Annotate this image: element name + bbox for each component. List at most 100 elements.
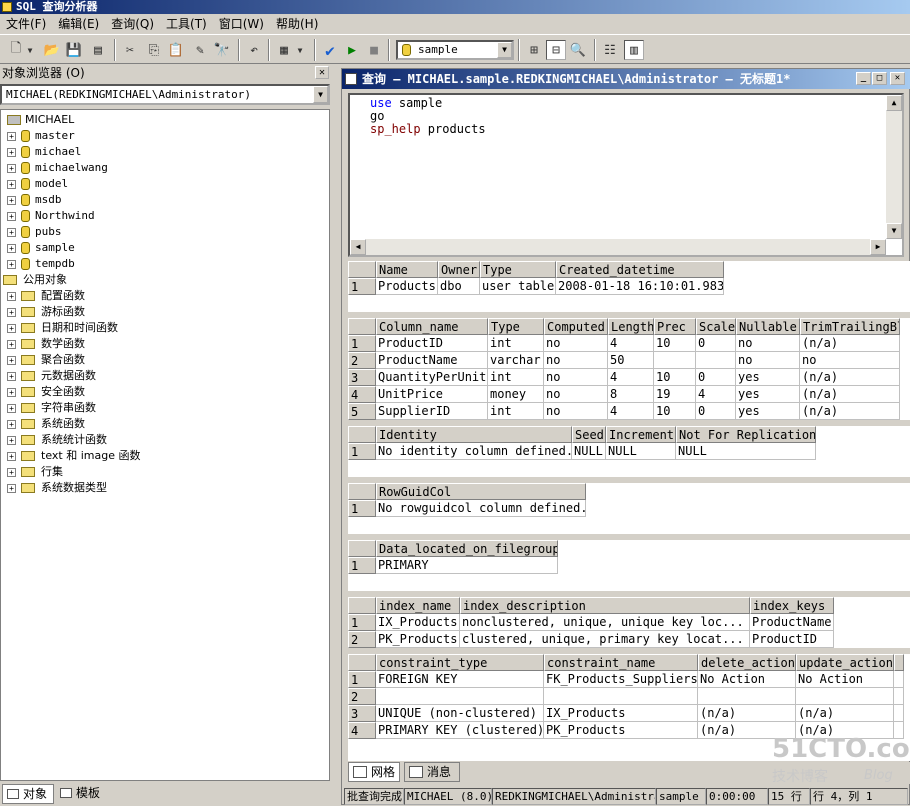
expand-icon[interactable]: + bbox=[7, 372, 16, 381]
grid-cell[interactable] bbox=[796, 688, 894, 705]
row-number[interactable]: 3 bbox=[348, 705, 376, 722]
grid-cell[interactable] bbox=[894, 671, 904, 688]
row-number[interactable]: 1 bbox=[348, 335, 376, 352]
row-number[interactable]: 3 bbox=[348, 369, 376, 386]
menu-edit[interactable]: 编辑(E) bbox=[52, 14, 105, 34]
tree-database-tempdb[interactable]: + tempdb bbox=[1, 256, 329, 272]
row-number[interactable]: 2 bbox=[348, 688, 376, 705]
expand-icon[interactable]: + bbox=[7, 308, 16, 317]
minimize-icon[interactable]: _ bbox=[856, 72, 871, 85]
load-script-icon[interactable]: ▤ bbox=[88, 40, 108, 60]
column-header[interactable]: Column_name bbox=[376, 318, 488, 335]
grid-cell[interactable]: 2008-01-18 16:10:01.983 bbox=[556, 278, 724, 295]
cancel-stop-icon[interactable]: ■ bbox=[364, 40, 384, 60]
undo-icon[interactable]: ↶ bbox=[244, 40, 264, 60]
grid-cell[interactable]: (n/a) bbox=[796, 705, 894, 722]
database-select[interactable]: sample ▼ bbox=[396, 40, 514, 60]
grid-cell[interactable]: NULL bbox=[606, 443, 676, 460]
grid-cell[interactable]: UnitPrice bbox=[376, 386, 488, 403]
grid-cell[interactable] bbox=[698, 688, 796, 705]
tree-function-group[interactable]: + 系统统计函数 bbox=[1, 432, 329, 448]
tree-function-group[interactable]: + 日期和时间函数 bbox=[1, 320, 329, 336]
column-header[interactable]: constraint_type bbox=[376, 654, 544, 671]
grid-cell[interactable]: 0 bbox=[696, 335, 736, 352]
menu-help[interactable]: 帮助(H) bbox=[270, 14, 324, 34]
grid-cell[interactable]: nonclustered, unique, unique key loc... bbox=[460, 614, 750, 631]
expand-icon[interactable]: + bbox=[7, 388, 16, 397]
new-dropdown-icon[interactable]: ▼ bbox=[24, 40, 36, 60]
row-number[interactable]: 1 bbox=[348, 671, 376, 688]
parse-check-icon[interactable]: ✔ bbox=[320, 40, 340, 60]
tree-database-michaelwang[interactable]: + michaelwang bbox=[1, 160, 329, 176]
grid-cell[interactable]: (n/a) bbox=[800, 386, 900, 403]
column-header[interactable]: RowGuidCol bbox=[376, 483, 586, 500]
grid-cell[interactable] bbox=[376, 688, 544, 705]
tree-function-group[interactable]: + 安全函数 bbox=[1, 384, 329, 400]
grid-cell[interactable]: No Action bbox=[698, 671, 796, 688]
expand-icon[interactable]: + bbox=[7, 484, 16, 493]
grid-cell[interactable]: dbo bbox=[438, 278, 480, 295]
scroll-left-icon[interactable]: ◀ bbox=[350, 239, 366, 255]
scroll-down-icon[interactable]: ▼ bbox=[886, 223, 902, 239]
grid-cell[interactable]: ProductName bbox=[750, 614, 834, 631]
expand-icon[interactable]: + bbox=[7, 132, 16, 141]
tree-function-group[interactable]: + 游标函数 bbox=[1, 304, 329, 320]
grid-cell[interactable]: Products bbox=[376, 278, 438, 295]
row-number[interactable]: 2 bbox=[348, 631, 376, 648]
grid-cell[interactable]: UNIQUE (non-clustered) bbox=[376, 705, 544, 722]
grid-cell[interactable] bbox=[696, 352, 736, 369]
column-header[interactable]: Created_datetime bbox=[556, 261, 724, 278]
grid-cell[interactable]: PK_Products bbox=[376, 631, 460, 648]
grid-cell[interactable]: FOREIGN KEY bbox=[376, 671, 544, 688]
expand-icon[interactable]: + bbox=[7, 260, 16, 269]
object-browser-icon[interactable]: ⊟ bbox=[546, 40, 566, 60]
grid-cell[interactable]: IX_Products bbox=[376, 614, 460, 631]
grid-cell[interactable]: NULL bbox=[676, 443, 816, 460]
tree-function-group[interactable]: + 数学函数 bbox=[1, 336, 329, 352]
row-number[interactable]: 1 bbox=[348, 557, 376, 574]
menu-file[interactable]: 文件(F) bbox=[0, 14, 52, 34]
results-grid-icon[interactable]: ▥ bbox=[624, 40, 644, 60]
column-header[interactable]: index_description bbox=[460, 597, 750, 614]
grid-cell[interactable]: int bbox=[488, 335, 544, 352]
grid-cell[interactable] bbox=[654, 352, 696, 369]
grid-cell[interactable]: int bbox=[488, 403, 544, 420]
scroll-up-icon[interactable]: ▲ bbox=[886, 95, 902, 111]
grid-cell[interactable]: PK_Products bbox=[544, 722, 698, 739]
grid-cell[interactable]: ProductID bbox=[750, 631, 834, 648]
expand-icon[interactable]: + bbox=[7, 212, 16, 221]
grid-cell[interactable]: no bbox=[736, 352, 800, 369]
column-header[interactable] bbox=[894, 654, 904, 671]
row-number[interactable]: 5 bbox=[348, 403, 376, 420]
chevron-down-icon[interactable]: ▼ bbox=[497, 42, 512, 58]
close-icon[interactable]: ✕ bbox=[890, 72, 905, 85]
tab-messages[interactable]: 消息 bbox=[404, 762, 460, 782]
grid-cell[interactable]: no bbox=[544, 403, 608, 420]
expand-icon[interactable]: + bbox=[7, 340, 16, 349]
column-header[interactable]: Scale bbox=[696, 318, 736, 335]
close-icon[interactable]: ✕ bbox=[315, 66, 329, 79]
clear-window-icon[interactable]: ✎ bbox=[190, 40, 210, 60]
column-header[interactable]: update_action bbox=[796, 654, 894, 671]
scroll-right-icon[interactable]: ▶ bbox=[870, 239, 886, 255]
grid-cell[interactable]: yes bbox=[736, 369, 800, 386]
grid-cell[interactable] bbox=[894, 688, 904, 705]
grid-cell[interactable] bbox=[894, 705, 904, 722]
grid-cell[interactable]: No identity column defined. bbox=[376, 443, 572, 460]
grid-cell[interactable]: IX_Products bbox=[544, 705, 698, 722]
expand-icon[interactable]: + bbox=[7, 452, 16, 461]
grid-cell[interactable]: 10 bbox=[654, 369, 696, 386]
grid-cell[interactable]: No rowguidcol column defined. bbox=[376, 500, 586, 517]
grid-cell[interactable]: QuantityPerUnit bbox=[376, 369, 488, 386]
grid-cell[interactable]: no bbox=[544, 335, 608, 352]
expand-icon[interactable]: + bbox=[7, 244, 16, 253]
expand-icon[interactable]: + bbox=[7, 228, 16, 237]
tab-objects[interactable]: 对象 bbox=[2, 784, 54, 804]
grid-cell[interactable]: No Action bbox=[796, 671, 894, 688]
column-header[interactable]: Owner bbox=[438, 261, 480, 278]
grid-cell[interactable]: no bbox=[800, 352, 900, 369]
column-header[interactable]: index_name bbox=[376, 597, 460, 614]
expand-icon[interactable]: + bbox=[7, 420, 16, 429]
find-icon[interactable]: 🔭 bbox=[212, 40, 232, 60]
grid-cell[interactable]: 19 bbox=[654, 386, 696, 403]
